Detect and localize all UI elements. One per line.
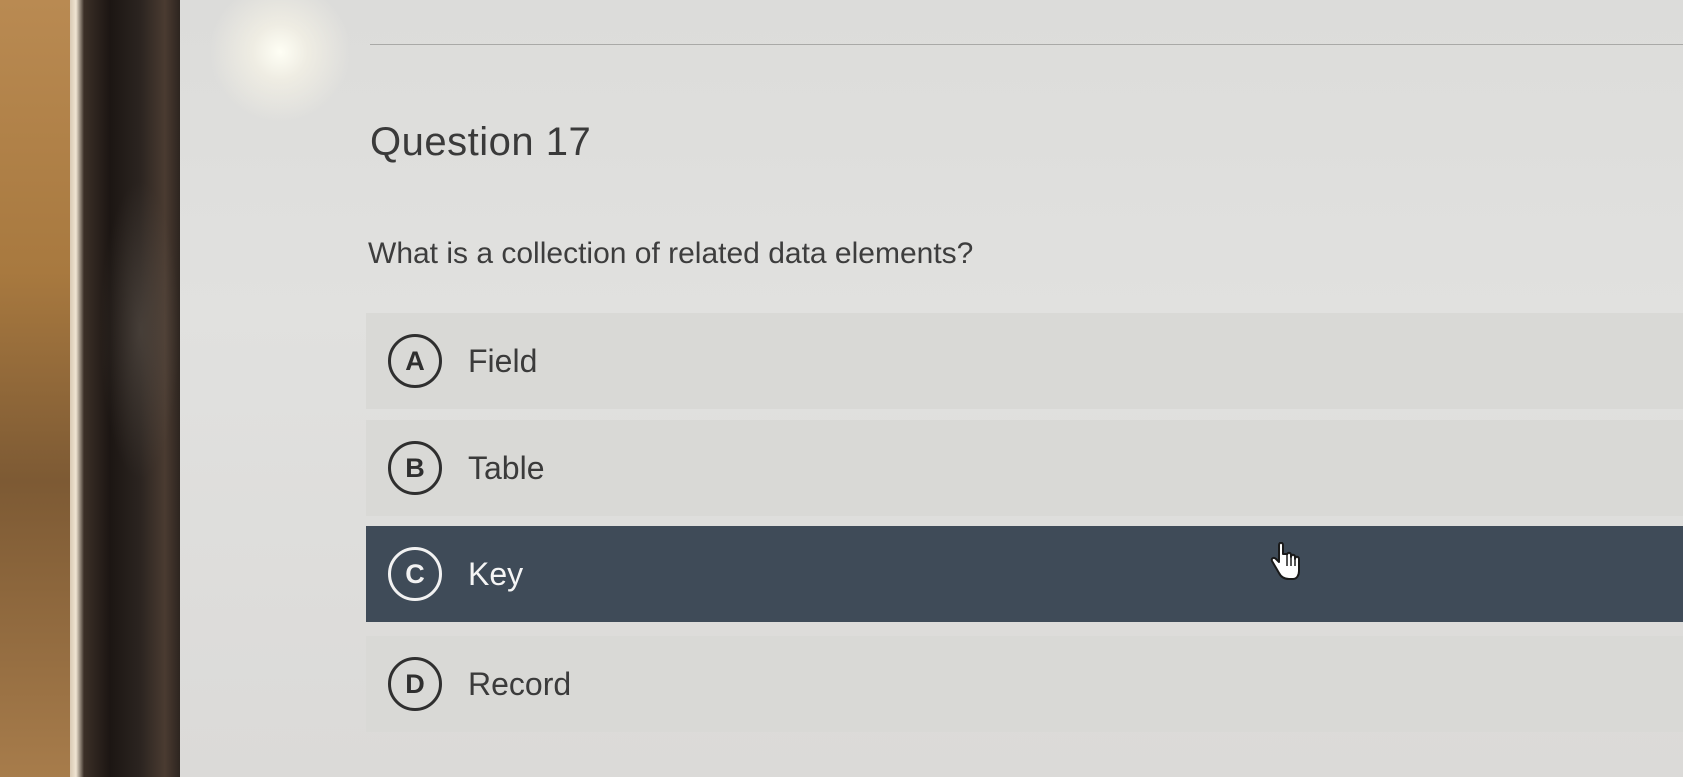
option-d[interactable]: D Record: [366, 636, 1683, 732]
option-letter-circle: C: [388, 547, 442, 601]
question-title: Question 17: [370, 120, 592, 164]
option-letter-circle: A: [388, 334, 442, 388]
option-c[interactable]: C Key: [366, 526, 1683, 622]
question-text: What is a collection of related data ele…: [368, 237, 974, 270]
screen-glare: [205, 0, 355, 130]
hand-pointer-icon: [1270, 542, 1300, 580]
photo-frame: Question 17 What is a collection of rela…: [0, 0, 1683, 777]
option-label: Field: [468, 342, 538, 379]
option-b[interactable]: B Table: [366, 420, 1683, 516]
bezel-reflection: [100, 180, 180, 480]
divider: [370, 44, 1683, 45]
option-letter-circle: B: [388, 441, 442, 495]
option-label: Key: [468, 555, 524, 592]
option-label: Table: [468, 449, 545, 486]
option-letter-circle: D: [388, 657, 442, 711]
option-a[interactable]: A Field: [366, 313, 1683, 409]
option-label: Record: [468, 665, 572, 702]
